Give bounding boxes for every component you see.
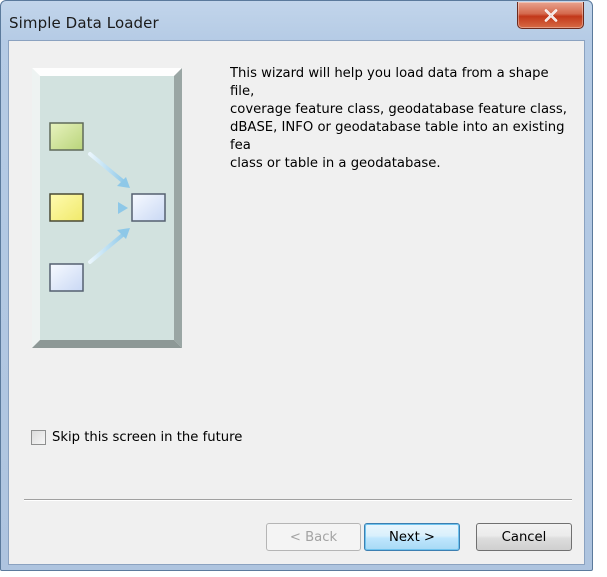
skip-screen-option[interactable]: Skip this screen in the future — [31, 430, 242, 445]
skip-screen-label[interactable]: Skip this screen in the future — [52, 430, 242, 445]
target-box — [131, 193, 166, 222]
window-title: Simple Data Loader — [9, 14, 159, 32]
button-separator — [24, 499, 572, 501]
close-button[interactable] — [517, 2, 584, 29]
back-button[interactable]: < Back — [266, 523, 361, 551]
source-green-box — [49, 122, 84, 151]
wizard-description: This wizard will help you load data from… — [230, 66, 567, 171]
source-yellow-box — [49, 193, 84, 222]
close-icon — [544, 8, 557, 22]
wizard-content: This wizard will help you load data from… — [8, 40, 585, 565]
title-bar: Simple Data Loader — [1, 1, 592, 41]
simple-data-loader-window: Simple Data Loader This wizard will help… — [0, 0, 593, 571]
data-flow-illustration — [32, 68, 182, 348]
source-blue-box — [49, 263, 84, 292]
cancel-button[interactable]: Cancel — [476, 523, 572, 551]
next-button[interactable]: Next > — [364, 523, 460, 551]
skip-screen-checkbox[interactable] — [31, 430, 46, 445]
